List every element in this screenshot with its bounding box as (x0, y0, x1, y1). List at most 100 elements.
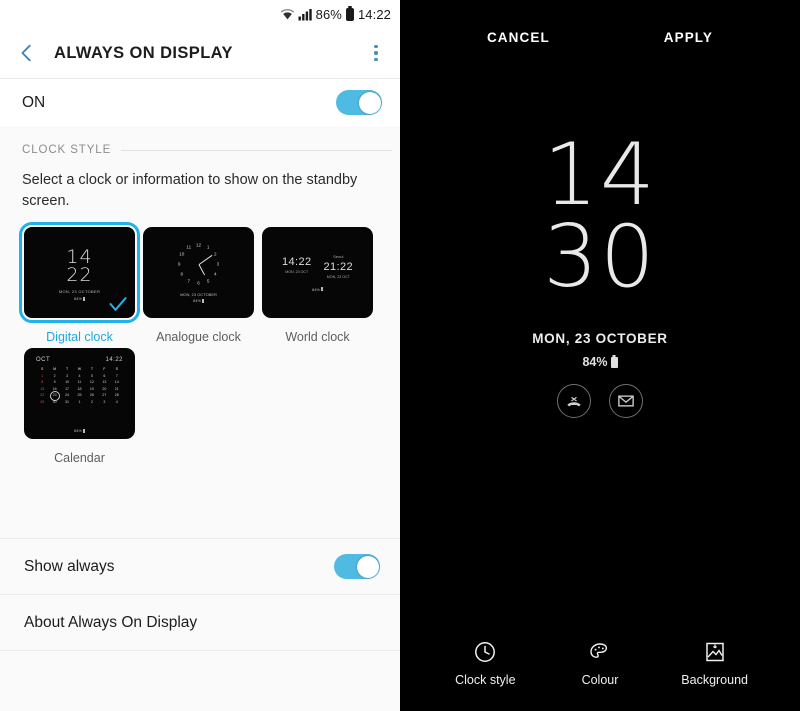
clock-option-label-world: World clock (285, 330, 350, 345)
clock-option-digital[interactable]: 14 22 MON, 23 OCTOBER 84% Digital clock (19, 222, 143, 345)
calendar-weekday: T (65, 367, 69, 372)
show-always-label: Show always (24, 557, 115, 575)
message-envelope-icon[interactable] (609, 384, 643, 419)
tab-clock-style[interactable]: Clock style (440, 640, 530, 687)
analogue-clock-thumbnail[interactable]: 12 1 2 3 4 5 6 7 8 9 10 11 MON, 23 OCTOB… (143, 227, 254, 319)
preview-battery-icon (610, 356, 618, 368)
calendar-weekday: M (53, 367, 57, 372)
tab-colour[interactable]: Colour (555, 640, 645, 687)
tab-label-colour: Colour (581, 673, 619, 687)
selected-check-icon (109, 297, 127, 311)
setting-row-show-always[interactable]: Show always (0, 538, 400, 594)
calendar-weekday: S (41, 367, 44, 372)
world-away-date: MON, 23 OCT (326, 274, 350, 279)
calendar-grid: S M T W T F S 1 2 3 4 5 6 7 8 9 10 11 12 13 14 15 16 17 18 19 20 21… (36, 367, 123, 405)
preview-hours: 14 (543, 125, 657, 225)
status-battery-percent: 86% (315, 6, 342, 22)
clock-style-description: Select a clock or information to show on… (0, 162, 400, 212)
calendar-day: 7 (115, 373, 118, 378)
calendar-day: 28 (114, 393, 119, 398)
more-options-icon[interactable] (366, 42, 386, 64)
calendar-day: 2 (90, 399, 93, 404)
thumb-battery-icon (83, 428, 85, 433)
world-away-city: Seoul (333, 253, 344, 259)
calendar-day: 5 (90, 373, 93, 378)
setting-row-about[interactable]: About Always On Display (0, 594, 400, 650)
calendar-day: 18 (77, 386, 82, 391)
apply-button[interactable]: APPLY (664, 30, 713, 45)
calendar-day: 25 (77, 393, 82, 398)
calendar-day: 22 (40, 393, 45, 398)
missed-call-icon[interactable] (557, 384, 591, 419)
status-bar-icons (280, 8, 312, 21)
calendar-day: 26 (89, 393, 94, 398)
calendar-day: 29 (40, 399, 45, 404)
thumb-calendar-battery-text: 84% (73, 428, 82, 434)
preview-battery-text: 84% (582, 355, 608, 370)
clock-style-section-title: CLOCK STYLE (22, 144, 112, 156)
aod-clock-preview: 14 30 MON, 23 OCTOBER 84% (400, 74, 800, 630)
thumb-analogue-battery-text: 84% (192, 298, 201, 304)
thumb-digital-minutes: 22 (66, 264, 93, 287)
clock-option-world[interactable]: 14:22 MON, 23 OCT Seoul 21:22 MON, 23 OC… (262, 227, 381, 344)
calendar-day: 12 (89, 380, 94, 385)
status-bar: 86% 14:22 (0, 0, 400, 28)
world-clock-thumbnail[interactable]: 14:22 MON, 23 OCT Seoul 21:22 MON, 23 OC… (262, 227, 373, 319)
show-always-toggle[interactable] (334, 554, 380, 579)
calendar-day: 23 (48, 393, 60, 399)
wifi-icon (280, 8, 294, 19)
preview-minutes: 30 (543, 207, 657, 308)
calendar-day: 21 (114, 386, 119, 391)
calendar-weekday: T (90, 367, 94, 372)
clock-option-label-digital: Digital clock (46, 330, 113, 345)
clock-icon (475, 642, 496, 662)
thumb-world-battery-text: 84% (311, 286, 320, 292)
clock-option-analogue[interactable]: 12 1 2 3 4 5 6 7 8 9 10 11 MON, 23 OCTOB… (143, 227, 262, 344)
hour-hand (198, 264, 205, 276)
calendar-day: 4 (78, 373, 81, 378)
calendar-day: 20 (102, 386, 107, 391)
cancel-button[interactable]: CANCEL (487, 30, 550, 45)
screenshot-root: 86% 14:22 ALWAYS ON DISPLAY ON CLOCK STY… (0, 0, 800, 711)
tab-label-background: Background (681, 673, 748, 687)
clock-style-options: 14 22 MON, 23 OCTOBER 84% Digital clock (0, 211, 400, 470)
aod-tab-bar: Clock style Colour Background (400, 630, 800, 711)
digital-clock-thumbnail[interactable]: 14 22 MON, 23 OCTOBER 84% (19, 222, 140, 324)
tab-label-clock-style: Clock style (455, 673, 516, 687)
tab-background[interactable]: Background (670, 640, 760, 687)
clock-option-label-analogue: Analogue clock (156, 330, 241, 345)
page-title: ALWAYS ON DISPLAY (54, 43, 233, 62)
calendar-thumbnail[interactable]: OCT 14:22 S M T W T F S 1 2 3 4 5 6 7 8 9 10 11 12 13 14 15 16… (24, 348, 135, 440)
thumb-analogue-date: MON, 23 OCTOBER (180, 291, 217, 297)
calendar-day: 9 (53, 380, 56, 385)
calendar-day: 4 (115, 399, 118, 404)
battery-icon (345, 7, 354, 21)
back-chevron-icon[interactable] (16, 42, 38, 64)
image-icon (705, 642, 724, 662)
calendar-day: 24 (65, 393, 70, 398)
dial-numeral: 3 (216, 261, 220, 267)
clock-option-calendar[interactable]: OCT 14:22 S M T W T F S 1 2 3 4 5 6 7 8 9 10 11 12 13 14 15 16… (24, 348, 143, 465)
calendar-day: 8 (41, 380, 44, 385)
dial-numeral: 9 (177, 261, 181, 267)
calendar-day: 27 (102, 393, 107, 398)
dial-numeral: 4 (213, 271, 217, 277)
world-clock-away: Seoul 21:22 MON, 23 OCT (324, 254, 354, 279)
dial-numeral: 8 (180, 271, 184, 277)
master-switch-row[interactable]: ON (0, 78, 400, 126)
calendar-day: 10 (65, 380, 70, 385)
dial-numeral: 1 (206, 244, 210, 250)
dial-numeral: 5 (206, 278, 210, 284)
world-away-time: 21:22 (323, 260, 354, 273)
preview-battery: 84% (582, 355, 618, 370)
calendar-weekday: S (115, 367, 118, 372)
aod-action-bar: CANCEL APPLY (400, 0, 800, 74)
calendar-day: 3 (66, 373, 69, 378)
app-bar: ALWAYS ON DISPLAY (0, 28, 400, 78)
clock-option-label-calendar: Calendar (54, 451, 105, 466)
world-home-date: MON, 23 OCT (285, 269, 309, 274)
preview-notification-icons (557, 384, 643, 419)
master-switch-toggle[interactable] (336, 90, 382, 115)
clock-style-section-header: CLOCK STYLE (0, 126, 400, 162)
calendar-day: 1 (41, 373, 44, 378)
